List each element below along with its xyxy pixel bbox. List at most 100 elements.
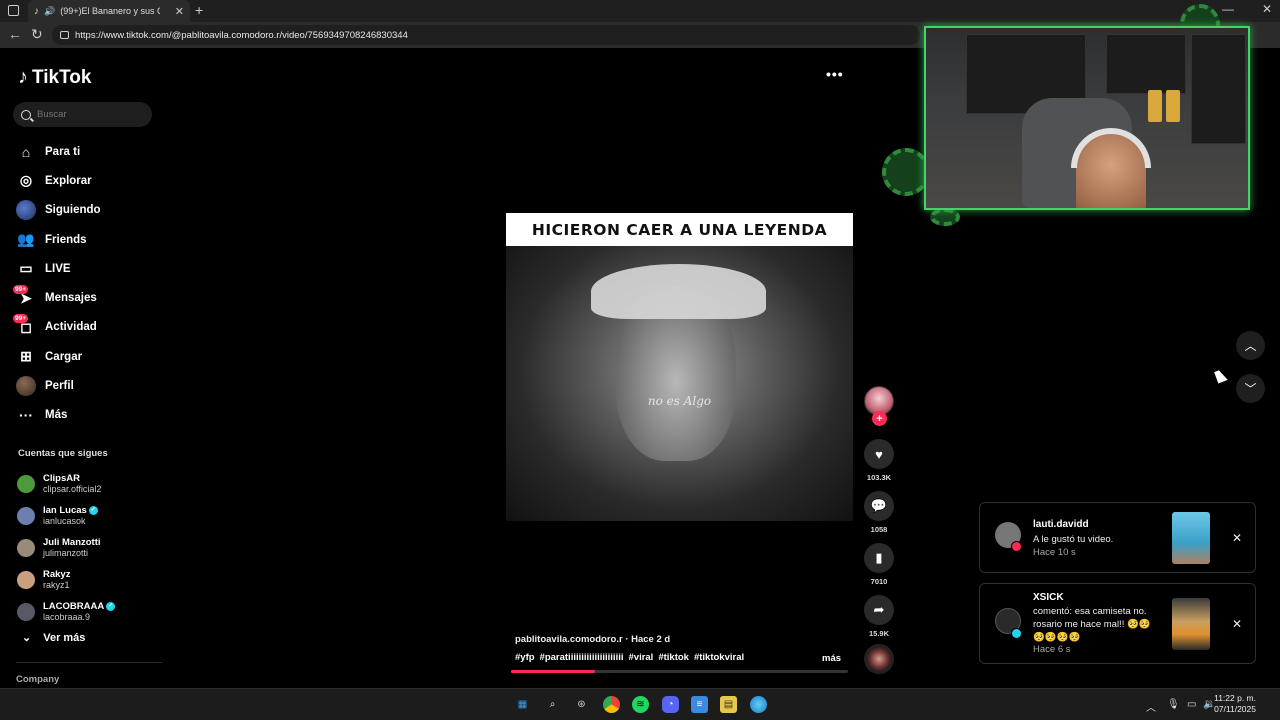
network-icon[interactable]: ▭ [1187,699,1196,710]
following-name: Rakyz [43,569,71,580]
video-author[interactable]: pablitoavila.comodoro.r · Hace 2 d [515,634,670,645]
divider [16,662,162,663]
like-count: 103.3K [866,473,892,482]
music-disc-icon[interactable] [864,644,894,674]
chevron-up-icon: ︿ [1244,339,1257,353]
video-player[interactable]: HICIERON CAER A UNA LEYENDA no es Algo [506,213,853,521]
company-link[interactable]: Company [16,674,59,685]
nav-item-siguiendo[interactable]: Siguiendo [16,196,156,225]
back-icon[interactable]: ← [8,26,22,42]
nav-item-cargar[interactable]: ⊞ Cargar [16,342,156,371]
see-more-button[interactable]: ⌄ Ver más [22,631,86,645]
tiktok-logo[interactable]: ♪ TikTok [18,66,91,89]
comment-icon[interactable]: 💬 [864,491,894,521]
next-video-button[interactable]: ﹀ [1236,374,1265,403]
tray-expand-icon[interactable]: ︿ [1146,699,1156,714]
notification-thumbnail[interactable] [1172,512,1210,564]
notepad-icon[interactable]: ≡ [691,696,708,713]
comment-count: 1058 [870,525,888,534]
messages-badge: 99+ [13,285,29,295]
previous-video-button[interactable]: ︿ [1236,331,1265,360]
profile-avatar [16,376,36,397]
verified-icon: ✓ [88,506,98,515]
more-description-button[interactable]: más [822,653,841,664]
audio-icon[interactable]: 🔊 [44,6,55,17]
heart-icon[interactable]: ♥ [864,439,894,469]
see-more-label: Ver más [43,631,86,644]
tab-close-icon[interactable]: ✕ [175,5,184,18]
nav-item-explorar[interactable]: ◎ Explorar [16,166,156,195]
nav-item-perfil[interactable]: Perfil [16,371,156,400]
live-tv-icon: ▭ [19,260,33,277]
spotify-icon[interactable]: ≋ [632,696,649,713]
hashtag[interactable]: #tiktokviral [694,652,744,663]
avatar [17,603,35,621]
refresh-icon[interactable]: ↻ [31,26,43,43]
nav-item-mas[interactable]: ··· Más [16,401,156,430]
more-options-icon[interactable]: ••• [826,66,844,82]
nav-item-friends[interactable]: 👥 Friends [16,225,156,254]
notification-card[interactable]: lauti.davidd A le gustó tu video. Hace 1… [979,502,1256,573]
notification-thumbnail[interactable] [1172,598,1210,650]
windows-taskbar: ▦ ⌕ ⊛ ≋ ◔ ≡ ▤ ︿ 🎙 ▭ 🔉 11:22 p. m. 07/11/… [0,688,1280,720]
nav-item-mensajes[interactable]: ➤ 99+ Mensajes [13,283,156,312]
activity-badge: 99+ [13,314,29,324]
search-icon[interactable]: ⌕ [544,696,561,713]
following-item[interactable]: ClipsAR clipsar.official2 [17,468,157,500]
hashtag[interactable]: #paratiiiiiiiiiiiiiiiiiiiii [540,652,624,663]
hashtag[interactable]: #yfp [515,652,535,663]
video-progress-fill [511,670,596,673]
notification-text: A le gustó tu video. [1033,534,1114,545]
webcam-feed [924,26,1250,210]
new-tab-icon[interactable]: + [195,2,203,18]
share-icon[interactable]: ➦ [864,595,894,625]
microphone-icon[interactable]: 🎙 [1167,699,1180,710]
steam-icon[interactable]: ⊛ [573,696,590,713]
discord-icon[interactable]: ◔ [662,696,679,713]
windows-start-icon[interactable]: ▦ [514,696,531,713]
following-item[interactable]: LACOBRAAA ✓ lacobraaa.9 [17,596,157,628]
chrome-icon[interactable] [603,696,620,713]
system-clock[interactable]: 11:22 p. m. 07/11/2025 [1214,693,1256,715]
more-icon: ··· [19,407,33,424]
video-hashtags: #yfp #paratiiiiiiiiiiiiiiiiiiiii #viral … [515,652,744,663]
following-item[interactable]: Ian Lucas ✓ ianlucasok [17,500,157,532]
hashtag[interactable]: #tiktok [658,652,689,663]
edge-icon[interactable] [750,696,767,713]
close-window-icon[interactable]: ✕ [1262,2,1272,16]
notification-user: lauti.davidd [1033,519,1089,530]
nav-label: Cargar [45,350,83,363]
nav-item-actividad[interactable]: ◻ 99+ Actividad [13,313,156,342]
webcam-overlay [882,4,1280,232]
avatar [17,539,35,557]
following-item[interactable]: Juli Manzotti julimanzotti [17,532,157,564]
minimize-icon[interactable]: — [1222,2,1234,16]
close-icon[interactable]: ✕ [1232,617,1242,631]
following-item[interactable]: Rakyz rakyz1 [17,564,157,596]
search-input[interactable] [37,109,137,120]
tiktok-favicon-icon: ♪ [34,5,39,17]
search-box[interactable] [13,102,152,127]
main-nav: ⌂ Para ti ◎ Explorar Siguiendo 👥 Friends… [13,137,156,430]
browser-tab[interactable]: ♪ 🔊 (99+)El Bananero y sus Cone ✕ [28,0,190,22]
follow-plus-icon[interactable]: + [872,411,887,426]
hashtag[interactable]: #viral [629,652,654,663]
site-info-icon[interactable] [60,31,69,39]
nav-item-live[interactable]: ▭ LIVE [16,254,156,283]
following-handle: rakyz1 [43,580,70,590]
notification-card[interactable]: XSICK comentó: esa camiseta no. rosario … [979,583,1256,664]
bookmark-icon[interactable]: ▮ [864,543,894,573]
clock-time: 11:22 p. m. [1214,693,1256,703]
speaker [1166,90,1180,122]
nav-label: Explorar [45,174,92,187]
mouse-cursor-icon [1214,368,1228,384]
video-caption: no es Algo [647,394,712,408]
nav-item-para-ti[interactable]: ⌂ Para ti [16,137,156,166]
video-progress-bar[interactable] [511,670,848,673]
close-icon[interactable]: ✕ [1232,531,1242,545]
notification-time: Hace 10 s [1033,547,1076,558]
sidebar-toggle-icon[interactable] [8,5,19,16]
url-field[interactable]: https://www.tiktok.com/@pablitoavila.com… [52,25,920,45]
file-explorer-icon[interactable]: ▤ [720,696,737,713]
following-name-row: Ian Lucas ✓ [43,505,98,516]
